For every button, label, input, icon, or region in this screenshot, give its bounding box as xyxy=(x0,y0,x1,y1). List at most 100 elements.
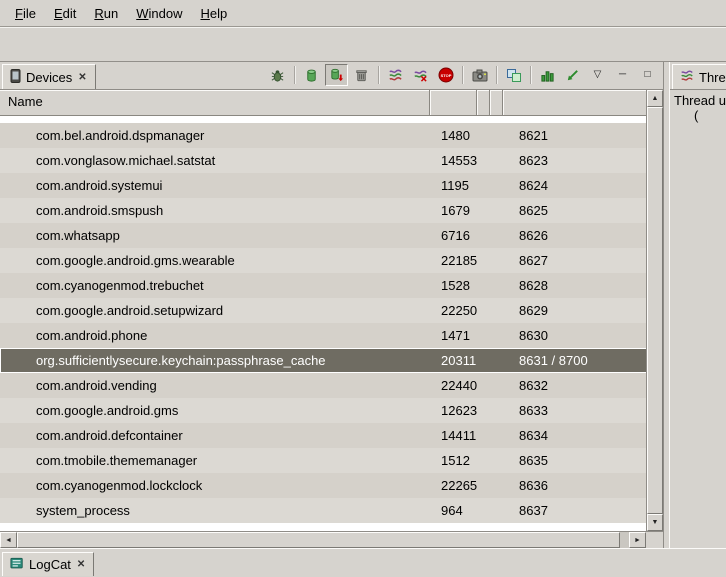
cell-port: 8624 xyxy=(503,173,647,198)
threads-message-line2: ( xyxy=(674,108,726,123)
table-row[interactable]: org.sufficientlysecure.keychain:passphra… xyxy=(0,348,647,373)
start-method-profiling-button[interactable] xyxy=(536,64,559,86)
cell-pid: 1512 xyxy=(430,448,477,473)
cell-port: 8627 xyxy=(503,248,647,273)
threads-tabbar: Threads xyxy=(670,62,726,90)
dump-threads-button[interactable] xyxy=(409,64,432,86)
view-menu-button[interactable]: ▽ xyxy=(586,64,609,86)
close-icon[interactable]: ✕ xyxy=(76,559,86,570)
table-row[interactable]: com.vonglasow.michael.satstat145538623 xyxy=(0,148,647,173)
view-menu-icon: ▽ xyxy=(594,70,602,80)
screen-capture-button[interactable] xyxy=(468,64,491,86)
device-process-table: Name com.bel.android.dspmanager14808621c… xyxy=(0,90,663,531)
hierarchy-view-button[interactable] xyxy=(502,64,525,86)
cell-port: 8630 xyxy=(503,323,647,348)
menu-run[interactable]: Run xyxy=(85,3,127,24)
table-row[interactable]: com.android.phone14718630 xyxy=(0,323,647,348)
menu-bar: File Edit Run Window Help xyxy=(0,0,726,27)
scroll-down-button[interactable]: ▼ xyxy=(647,514,663,531)
column-header-empty[interactable] xyxy=(477,90,490,115)
scroll-left-button[interactable]: ◄ xyxy=(0,532,17,548)
table-row[interactable]: com.google.android.gms.wearable221858627 xyxy=(0,248,647,273)
cell-spacer xyxy=(477,323,490,348)
table-row[interactable]: com.cyanogenmod.trebuchet15288628 xyxy=(0,273,647,298)
column-header-port[interactable] xyxy=(503,90,647,115)
devices-toolbar: STOP ▽ xyxy=(266,61,663,89)
cell-port: 8621 xyxy=(503,123,647,148)
cell-port: 8634 xyxy=(503,423,647,448)
cause-gc-icon xyxy=(354,68,369,83)
close-icon[interactable]: ✕ xyxy=(77,72,87,83)
cell-spacer xyxy=(477,373,490,398)
table-row[interactable]: com.cyanogenmod.lockclock222658636 xyxy=(0,473,647,498)
menu-edit[interactable]: Edit xyxy=(45,3,85,24)
vertical-scroll-thumb[interactable] xyxy=(647,107,663,514)
scroll-right-button[interactable]: ► xyxy=(629,532,646,548)
table-row[interactable]: system_process9648637 xyxy=(0,498,647,523)
update-threads-icon xyxy=(388,68,403,83)
cell-spacer xyxy=(490,223,503,248)
table-row[interactable]: com.google.android.gms126238633 xyxy=(0,398,647,423)
cell-name: com.android.smspush xyxy=(0,198,430,223)
table-row[interactable]: com.android.vending224408632 xyxy=(0,373,647,398)
horizontal-scrollbar[interactable]: ◄ ► xyxy=(0,531,663,548)
menu-window[interactable]: Window xyxy=(127,3,191,24)
cell-port: 8631 / 8700 xyxy=(503,348,647,373)
threads-content: Thread up ( xyxy=(670,90,726,548)
cell-spacer xyxy=(490,123,503,148)
vertical-scrollbar[interactable]: ▲ ▼ xyxy=(646,90,663,531)
cell-pid: 14411 xyxy=(430,423,477,448)
cell-pid: 964 xyxy=(430,498,477,523)
table-row[interactable]: com.android.defcontainer144118634 xyxy=(0,423,647,448)
cell-pid: 22440 xyxy=(430,373,477,398)
horizontal-scroll-thumb[interactable] xyxy=(17,532,620,548)
tab-devices[interactable]: Devices ✕ xyxy=(2,64,96,89)
tab-threads-label: Threads xyxy=(699,70,726,85)
cell-name: org.sufficientlysecure.keychain:passphra… xyxy=(0,348,430,373)
update-threads-button[interactable] xyxy=(384,64,407,86)
maximize-button[interactable]: □ xyxy=(636,64,659,86)
table-row[interactable]: com.whatsapp67168626 xyxy=(0,223,647,248)
cell-spacer xyxy=(490,473,503,498)
scroll-up-button[interactable]: ▲ xyxy=(647,90,663,107)
tab-logcat[interactable]: LogCat ✕ xyxy=(2,552,94,576)
device-table-body: com.bel.android.dspmanager14808621com.vo… xyxy=(0,116,647,523)
cell-name: com.google.android.setupwizard xyxy=(0,298,430,323)
cell-port: 8623 xyxy=(503,148,647,173)
table-row[interactable]: com.android.systemui11958624 xyxy=(0,173,647,198)
cell-port: 8637 xyxy=(503,498,647,523)
cell-pid: 6716 xyxy=(430,223,477,248)
table-row[interactable]: com.tmobile.thememanager15128635 xyxy=(0,448,647,473)
cell-port: 8628 xyxy=(503,273,647,298)
table-row[interactable]: com.android.smspush16798625 xyxy=(0,198,647,223)
tab-threads[interactable]: Threads xyxy=(672,64,726,89)
dump-hprof-button[interactable] xyxy=(325,64,348,86)
table-row[interactable]: com.google.android.setupwizard222508629 xyxy=(0,298,647,323)
column-header-pid[interactable] xyxy=(430,90,477,115)
cell-spacer xyxy=(477,148,490,173)
device-icon xyxy=(10,69,21,86)
start-method-profiling-icon xyxy=(540,68,555,83)
debug-process-button[interactable] xyxy=(266,64,289,86)
column-header-empty[interactable] xyxy=(490,90,503,115)
cell-pid: 1528 xyxy=(430,273,477,298)
menu-file[interactable]: File xyxy=(6,3,45,24)
threads-panel: Threads Thread up ( xyxy=(669,62,726,548)
cell-name: com.android.vending xyxy=(0,373,430,398)
cell-name: com.tmobile.thememanager xyxy=(0,448,430,473)
capture-trace-button[interactable] xyxy=(561,64,584,86)
menu-help[interactable]: Help xyxy=(191,3,236,24)
table-row[interactable]: com.bel.android.dspmanager14808621 xyxy=(0,123,647,148)
cause-gc-button[interactable] xyxy=(350,64,373,86)
minimize-button[interactable]: ─ xyxy=(611,64,634,86)
svg-text:STOP: STOP xyxy=(440,73,451,78)
cell-pid: 1480 xyxy=(430,123,477,148)
cell-spacer xyxy=(477,273,490,298)
cell-pid: 12623 xyxy=(430,398,477,423)
cell-port: 8626 xyxy=(503,223,647,248)
update-heap-button[interactable] xyxy=(300,64,323,86)
cell-name: com.cyanogenmod.lockclock xyxy=(0,473,430,498)
cell-spacer xyxy=(477,173,490,198)
stop-process-button[interactable]: STOP xyxy=(434,64,457,86)
column-header-name[interactable]: Name xyxy=(0,90,430,115)
